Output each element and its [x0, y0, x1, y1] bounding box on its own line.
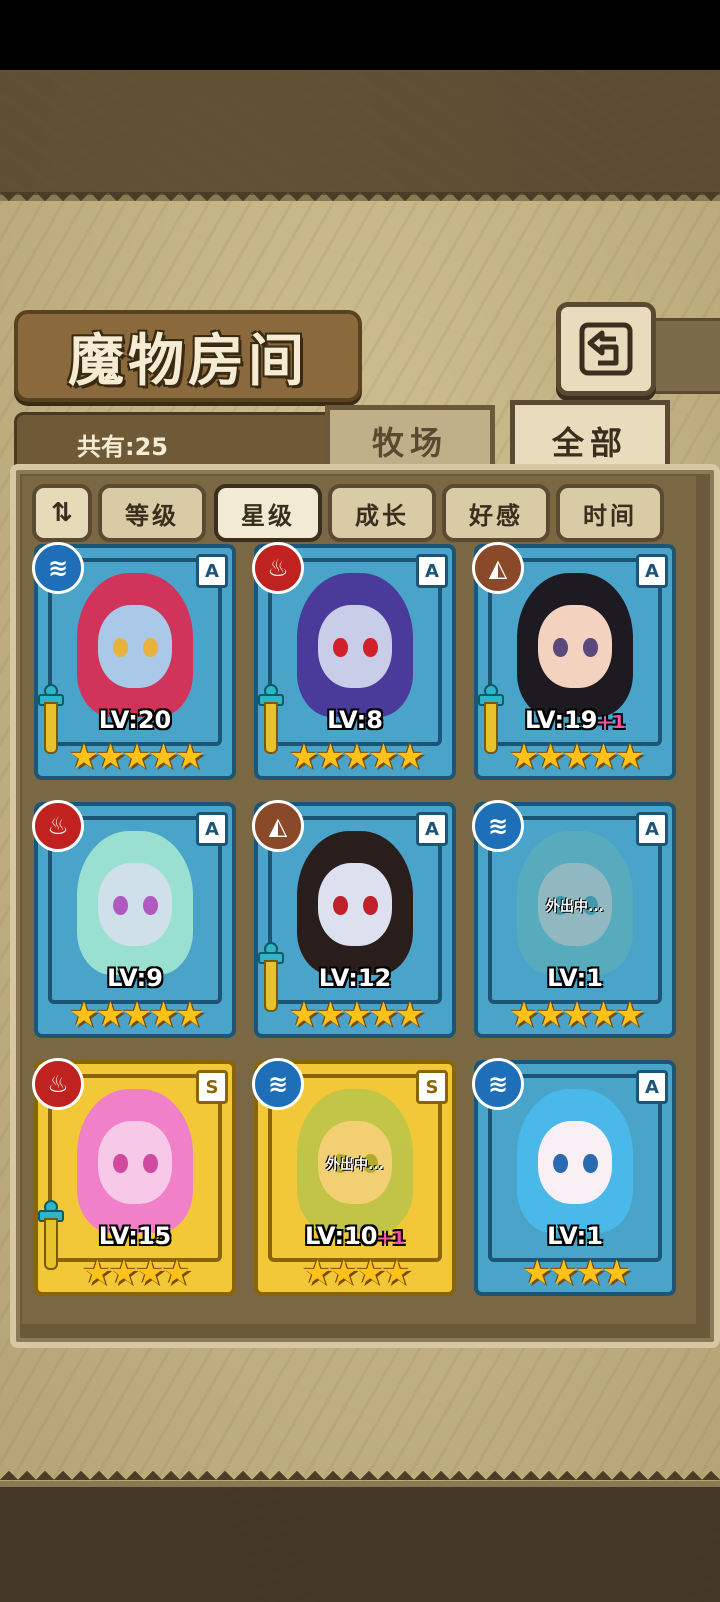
- monster-card[interactable]: ♨ A LV:8 ★★★★★: [252, 542, 456, 780]
- monster-card[interactable]: ≋ A LV:20 ★★★★★: [32, 542, 236, 780]
- star-rating: ★★★★★: [508, 995, 645, 1035]
- portrait-face: [318, 605, 392, 688]
- monster-card[interactable]: ◭ A LV:12 ★★★★★: [252, 800, 456, 1038]
- panel-top-edge: [0, 192, 720, 210]
- sort-order-icon: ⇅: [51, 498, 73, 528]
- portrait-face: [98, 605, 172, 688]
- sort-by-time-button[interactable]: 时间: [556, 484, 664, 542]
- rank-badge: A: [196, 554, 228, 588]
- level-label: LV:1: [474, 964, 676, 992]
- monster-count: 共有:25: [77, 433, 168, 461]
- rank-badge: S: [196, 1070, 228, 1104]
- portrait-face: [318, 863, 392, 946]
- return-arrow-icon: [579, 322, 633, 376]
- star-rating: ★★★★★: [508, 737, 645, 777]
- level-label: LV:10+1: [254, 1222, 456, 1250]
- level-label: LV:1: [474, 1222, 676, 1250]
- star-rating: ★★★★★: [288, 737, 425, 777]
- monster-card[interactable]: ♨ S LV:15 ★★★★: [32, 1058, 236, 1296]
- rank-badge: A: [416, 554, 448, 588]
- level-label: LV:8: [254, 706, 456, 734]
- back-button[interactable]: [556, 302, 656, 396]
- star-rating: ★★★★★: [68, 995, 205, 1035]
- map-background-bottom: [0, 1470, 720, 1602]
- rank-badge: A: [636, 554, 668, 588]
- rank-badge: S: [416, 1070, 448, 1104]
- earth-icon: ◭: [252, 800, 304, 852]
- monster-card[interactable]: ♨ A LV:9 ★★★★★: [32, 800, 236, 1038]
- level-bonus: +1: [377, 1228, 406, 1249]
- rank-badge: A: [636, 1070, 668, 1104]
- rank-badge: A: [636, 812, 668, 846]
- level-label: LV:9: [34, 964, 236, 992]
- page-title: 魔物房间: [68, 327, 308, 394]
- status-bar-area: [0, 0, 720, 70]
- level-value: LV:8: [327, 706, 383, 734]
- away-status: 外出中...: [326, 1156, 384, 1173]
- level-bonus: +1: [597, 712, 626, 733]
- sort-by-growth-button[interactable]: 成长: [328, 484, 436, 542]
- monster-card[interactable]: ≋ A LV:1 ★★★★: [472, 1058, 676, 1296]
- sort-by-affection-button[interactable]: 好感: [442, 484, 550, 542]
- star-rating: ★★★★: [82, 1253, 192, 1293]
- level-value: LV:9: [107, 964, 163, 992]
- water-icon: ≋: [252, 1058, 304, 1110]
- rank-badge: A: [196, 812, 228, 846]
- fire-icon: ♨: [252, 542, 304, 594]
- away-status: 外出中...: [546, 898, 604, 915]
- portrait-face: [538, 1121, 612, 1204]
- panel-bottom-edge: [0, 1462, 720, 1480]
- portrait-face: [538, 605, 612, 688]
- level-value: LV:12: [318, 964, 392, 992]
- water-icon: ≋: [32, 542, 84, 594]
- title-plate: 魔物房间: [14, 310, 362, 402]
- level-label: LV:15: [34, 1222, 236, 1250]
- tab-ranch[interactable]: 牧场: [325, 405, 495, 472]
- sort-by-level-button[interactable]: 等级: [98, 484, 206, 542]
- water-icon: ≋: [472, 1058, 524, 1110]
- fire-icon: ♨: [32, 800, 84, 852]
- level-value: LV:1: [547, 1222, 603, 1250]
- level-value: LV:15: [98, 1222, 172, 1250]
- level-label: LV:12: [254, 964, 456, 992]
- star-rating: ★★★★: [302, 1253, 412, 1293]
- monster-card[interactable]: 外出中... ≋ S LV:10+1 ★★★★: [252, 1058, 456, 1296]
- star-rating: ★★★★: [522, 1253, 632, 1293]
- level-value: LV:19: [524, 706, 598, 734]
- sort-by-star-button[interactable]: 星级: [214, 484, 322, 542]
- level-value: LV:20: [98, 706, 172, 734]
- fire-icon: ♨: [32, 1058, 84, 1110]
- earth-icon: ◭: [472, 542, 524, 594]
- star-rating: ★★★★★: [288, 995, 425, 1035]
- monster-card[interactable]: ◭ A LV:19+1 ★★★★★: [472, 542, 676, 780]
- level-value: LV:10: [304, 1222, 378, 1250]
- level-label: LV:20: [34, 706, 236, 734]
- monster-card[interactable]: 外出中... ≋ A LV:1 ★★★★★: [472, 800, 676, 1038]
- portrait-face: [98, 1121, 172, 1204]
- portrait-face: [98, 863, 172, 946]
- sort-order-toggle[interactable]: ⇅: [32, 484, 92, 542]
- level-label: LV:19+1: [474, 706, 676, 734]
- level-value: LV:1: [547, 964, 603, 992]
- rank-badge: A: [416, 812, 448, 846]
- water-icon: ≋: [472, 800, 524, 852]
- star-rating: ★★★★★: [68, 737, 205, 777]
